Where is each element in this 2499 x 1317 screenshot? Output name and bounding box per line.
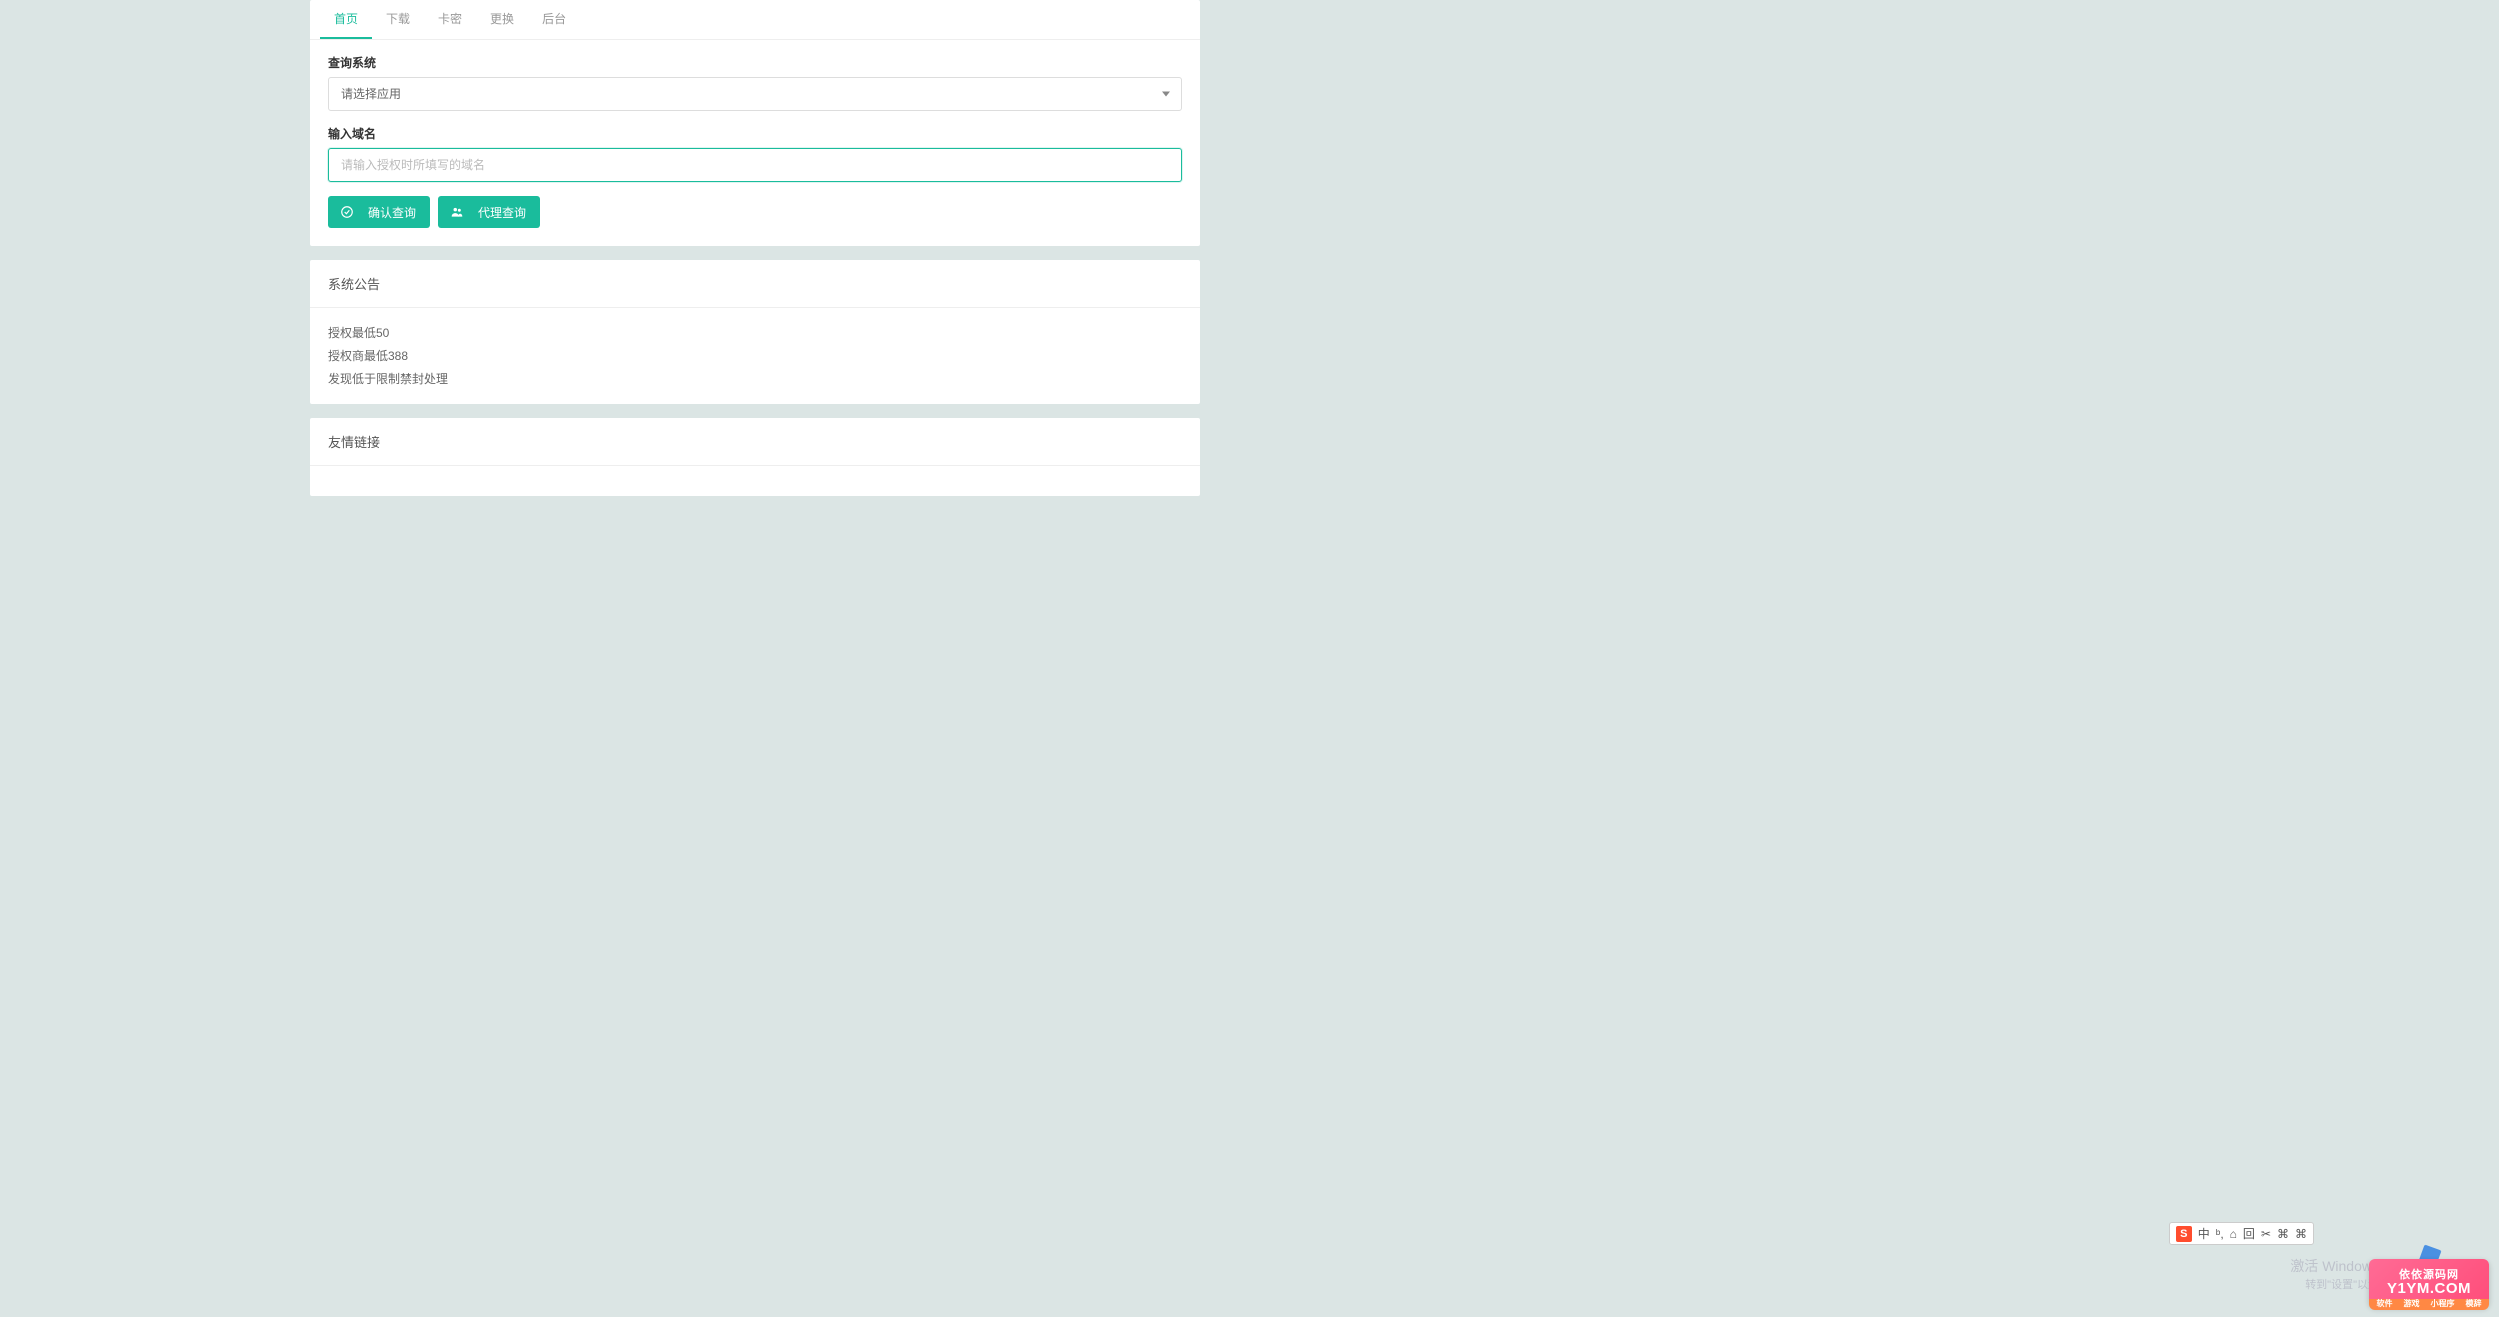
badge-tags: 软件 游戏 小程序 模辞	[2369, 1299, 2489, 1310]
domain-label: 输入域名	[328, 125, 1182, 142]
badge-tag: 游戏	[2404, 1300, 2420, 1309]
windows-activation-watermark: 激活 Windows 转到"设置"以激	[2290, 1256, 2379, 1292]
tab-card[interactable]: 卡密	[424, 0, 476, 39]
system-label: 查询系统	[328, 54, 1182, 71]
confirm-query-label: 确认查询	[368, 204, 416, 221]
ime-lang[interactable]: 中	[2198, 1225, 2210, 1242]
badge-top: 依依源码网	[2399, 1269, 2459, 1281]
confirm-query-button[interactable]: 确认查询	[328, 196, 430, 228]
domain-input[interactable]	[328, 148, 1182, 182]
links-title: 友情链接	[310, 418, 1200, 466]
query-form: 查询系统 请选择应用 输入域名 确认查询	[310, 40, 1200, 246]
ime-item[interactable]: ⌘	[2277, 1227, 2289, 1241]
sogou-logo-icon: S	[2176, 1226, 2192, 1242]
site-badge[interactable]: 依依源码网 Y1YM.COM 软件 游戏 小程序 模辞	[2369, 1259, 2489, 1307]
app-select[interactable]: 请选择应用	[328, 77, 1182, 111]
announcement-title: 系统公告	[310, 260, 1200, 308]
announcement-card: 系统公告 授权最低50 授权商最低388 发现低于限制禁封处理	[310, 260, 1200, 404]
agent-query-label: 代理查询	[478, 204, 526, 221]
ime-mic-icon[interactable]: ⌂	[2230, 1227, 2237, 1241]
watermark-sub: 转到"设置"以激	[2290, 1276, 2379, 1292]
links-card: 友情链接	[310, 418, 1200, 496]
badge-tag: 小程序	[2431, 1300, 2455, 1309]
announcement-line: 发现低于限制禁封处理	[328, 368, 1182, 391]
ime-toolbar[interactable]: S 中 ᵇ, ⌂ 回 ✂ ⌘ ⌘	[2169, 1222, 2314, 1245]
tab-download[interactable]: 下载	[372, 0, 424, 39]
badge-tag: 模辞	[2466, 1300, 2482, 1309]
ime-item[interactable]: ᵇ,	[2216, 1227, 2224, 1241]
badge-tag: 软件	[2377, 1300, 2393, 1309]
ime-item[interactable]: ⌘	[2295, 1227, 2307, 1241]
tab-bar: 首页 下载 卡密 更换 后台	[310, 0, 1200, 40]
ime-item[interactable]: 回	[2243, 1225, 2255, 1242]
check-circle-icon	[340, 205, 354, 219]
tab-admin[interactable]: 后台	[528, 0, 580, 39]
tab-home[interactable]: 首页	[320, 0, 372, 39]
badge-main: Y1YM.COM	[2387, 1281, 2471, 1298]
tab-replace[interactable]: 更换	[476, 0, 528, 39]
main-card: 首页 下载 卡密 更换 后台 查询系统 请选择应用 输入域名 确认查询	[310, 0, 1200, 246]
people-icon	[450, 205, 464, 219]
announcement-line: 授权商最低388	[328, 345, 1182, 368]
agent-query-button[interactable]: 代理查询	[438, 196, 540, 228]
button-row: 确认查询 代理查询	[328, 196, 1182, 228]
announcement-line: 授权最低50	[328, 322, 1182, 345]
app-select-wrapper: 请选择应用	[328, 77, 1182, 111]
watermark-title: 激活 Windows	[2290, 1256, 2379, 1276]
ime-scissors-icon[interactable]: ✂	[2261, 1227, 2271, 1241]
links-body	[310, 466, 1200, 496]
announcement-body: 授权最低50 授权商最低388 发现低于限制禁封处理	[310, 308, 1200, 404]
